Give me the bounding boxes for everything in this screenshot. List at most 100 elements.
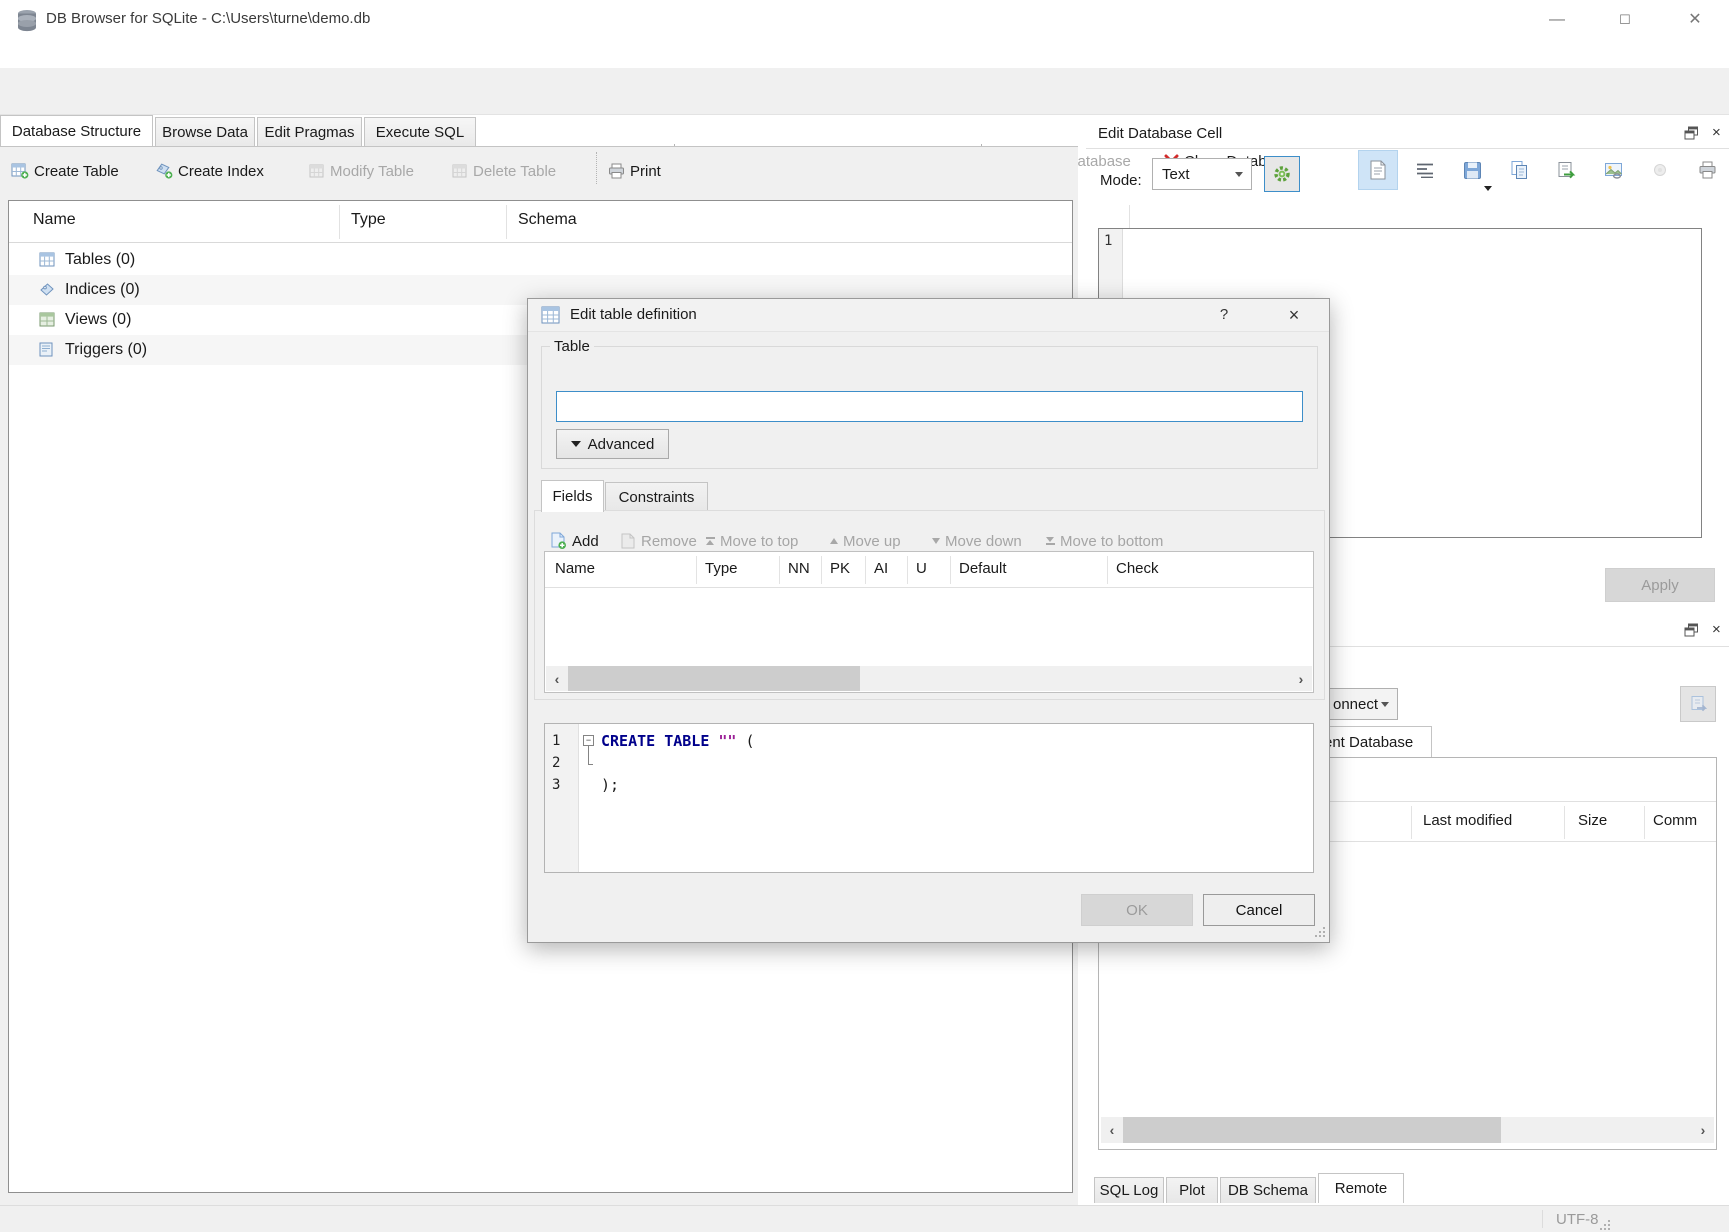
move-to-bottom-button: Move to bottom — [1046, 529, 1163, 553]
move-to-top-button: Move to top — [706, 529, 798, 553]
chevron-down-icon — [1484, 186, 1492, 191]
column-size[interactable]: Size — [1578, 812, 1607, 829]
close-panel-icon[interactable]: × — [1712, 124, 1721, 141]
tree-column-name[interactable]: Name — [33, 211, 76, 229]
help-icon[interactable]: ? — [1211, 304, 1237, 326]
column-name[interactable]: Name — [555, 560, 595, 577]
table-groupbox: Table Advanced — [541, 346, 1318, 469]
dialog-resize-grip[interactable] — [1315, 935, 1317, 937]
app-logo-icon — [16, 9, 38, 37]
tab-remote[interactable]: Remote — [1318, 1173, 1404, 1203]
float-panel-icon[interactable] — [1684, 126, 1702, 142]
remove-field-button: Remove — [620, 529, 697, 553]
scrollbar-thumb[interactable] — [568, 666, 860, 691]
sql-keyword: CREATE TABLE — [601, 732, 709, 750]
column-ai[interactable]: AI — [874, 560, 888, 577]
scroll-left-icon[interactable]: ‹ — [546, 671, 568, 687]
table-icon — [39, 252, 55, 268]
scroll-right-icon[interactable]: › — [1290, 671, 1312, 687]
tree-column-schema[interactable]: Schema — [518, 211, 577, 229]
move-down-icon — [932, 538, 940, 544]
close-panel-icon[interactable]: × — [1712, 621, 1721, 638]
import-save-icon[interactable] — [1452, 150, 1492, 190]
main-toolbar: New Database Open Database Write Changes… — [0, 68, 1729, 115]
fields-table-hscrollbar[interactable]: ‹ › — [546, 666, 1312, 691]
print-button[interactable]: Print — [608, 158, 661, 184]
create-table-button[interactable]: Create Table — [11, 158, 119, 184]
column-last-modified[interactable]: Last modified — [1423, 812, 1512, 829]
dialog-close-icon[interactable]: × — [1281, 304, 1307, 326]
tab-fields[interactable]: Fields — [541, 480, 604, 512]
apply-button: Apply — [1605, 568, 1715, 602]
move-to-bottom-icon — [1046, 537, 1055, 545]
set-null-icon — [1640, 150, 1680, 190]
column-default[interactable]: Default — [959, 560, 1007, 577]
tab-constraints[interactable]: Constraints — [605, 482, 708, 512]
tree-column-type[interactable]: Type — [351, 211, 386, 229]
sql-table-name: "" — [718, 732, 736, 750]
tab-edit-pragmas[interactable]: Edit Pragmas — [257, 117, 362, 147]
advanced-button[interactable]: Advanced — [556, 429, 669, 459]
auto-switch-mode-button[interactable] — [1264, 156, 1300, 192]
title-bar: DB Browser for SQLite - C:\Users\turne\d… — [0, 0, 1729, 40]
float-panel-icon[interactable] — [1684, 623, 1702, 639]
tree-item-tables[interactable]: Tables (0) — [9, 245, 1072, 275]
print-cell-icon[interactable] — [1687, 150, 1727, 190]
cancel-button[interactable]: Cancel — [1203, 894, 1315, 926]
tab-database-structure[interactable]: Database Structure — [0, 115, 153, 146]
close-icon[interactable]: ✕ — [1678, 6, 1712, 34]
edit-table-dialog: Edit table definition ? × Table Advanced… — [527, 298, 1330, 943]
add-field-button[interactable]: Add — [550, 529, 599, 553]
resize-grip[interactable] — [1600, 1228, 1602, 1230]
column-pk[interactable]: PK — [830, 560, 850, 577]
tab-plot[interactable]: Plot — [1166, 1177, 1218, 1203]
word-wrap-icon[interactable] — [1405, 150, 1445, 190]
status-bar: UTF-8 — [0, 1205, 1729, 1232]
table-group-label: Table — [550, 338, 594, 355]
delete-table-icon — [452, 164, 468, 179]
column-nn[interactable]: NN — [788, 560, 810, 577]
move-up-button: Move up — [830, 529, 901, 553]
delete-table-button: Delete Table — [452, 158, 556, 184]
print-icon — [608, 163, 625, 179]
sql-preview: 1 2 3 − CREATE TABLE "" (); — [544, 723, 1314, 873]
mode-select[interactable]: Text — [1152, 158, 1252, 190]
create-index-button[interactable]: Create Index — [155, 158, 264, 184]
mode-label: Mode: — [1100, 172, 1142, 189]
maximize-icon[interactable]: ☐ — [1608, 6, 1642, 34]
column-check[interactable]: Check — [1116, 560, 1159, 577]
column-commit[interactable]: Comm — [1653, 812, 1697, 829]
code-fold-icon[interactable]: − — [583, 735, 594, 746]
sql-code: CREATE TABLE "" (); — [601, 730, 755, 796]
menu-bar: File Edit View Tools Help — [0, 40, 1729, 68]
tab-browse-data[interactable]: Browse Data — [155, 117, 255, 147]
scroll-left-icon[interactable]: ‹ — [1101, 1122, 1123, 1138]
tab-execute-sql[interactable]: Execute SQL — [364, 117, 476, 147]
modify-table-button: Modify Table — [309, 158, 414, 184]
remote-clone-button — [1680, 686, 1716, 722]
trigger-icon — [39, 342, 55, 358]
encoding-indicator: UTF-8 — [1556, 1211, 1599, 1228]
image-link-icon[interactable] — [1593, 150, 1633, 190]
add-icon — [550, 532, 567, 550]
dialog-title: Edit table definition — [570, 306, 697, 323]
table-name-input[interactable] — [556, 391, 1303, 422]
line-number: 3 — [552, 774, 578, 796]
auto-mode-gear-icon — [1272, 164, 1292, 184]
export-icon[interactable] — [1546, 150, 1586, 190]
tab-sql-log[interactable]: SQL Log — [1094, 1177, 1164, 1203]
sql-close: ); — [601, 776, 619, 794]
column-type[interactable]: Type — [705, 560, 738, 577]
copy-icon[interactable] — [1499, 150, 1539, 190]
remote-table-hscrollbar[interactable]: ‹ › — [1101, 1117, 1714, 1143]
minimize-icon[interactable]: — — [1540, 6, 1574, 34]
scrollbar-thumb[interactable] — [1123, 1117, 1501, 1143]
chevron-down-icon — [1381, 702, 1389, 707]
column-u[interactable]: U — [916, 560, 927, 577]
tab-db-schema[interactable]: DB Schema — [1220, 1177, 1316, 1203]
dialog-title-bar[interactable]: Edit table definition ? × — [528, 299, 1329, 332]
scroll-right-icon[interactable]: › — [1692, 1122, 1714, 1138]
line-number: 2 — [552, 752, 578, 774]
edit-cell-panel-title: Edit Database Cell — [1098, 125, 1222, 142]
text-document-icon[interactable] — [1358, 150, 1398, 190]
